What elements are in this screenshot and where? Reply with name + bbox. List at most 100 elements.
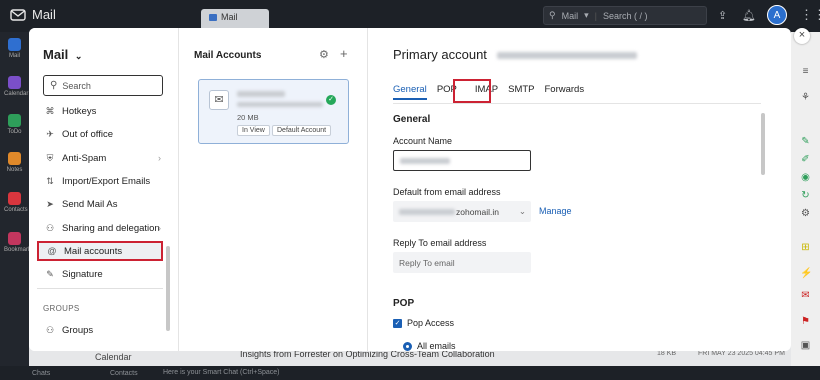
email-date: FRI MAY 23 2025 04:45 PM	[698, 350, 785, 357]
sharing-icon: ⚇	[45, 222, 55, 233]
view-icon[interactable]: ◉	[800, 172, 811, 183]
apps-grid-icon[interactable]: ⋮⋮	[800, 7, 820, 23]
radio-selected-icon[interactable]	[403, 341, 412, 351]
bottom-chats[interactable]: Chats	[32, 370, 50, 377]
tasks-icon[interactable]: ≡	[800, 66, 811, 77]
groups-heading: GROUPS	[43, 304, 80, 313]
edit-icon[interactable]: ✐	[800, 154, 811, 165]
reply-to-placeholder: Reply To email	[399, 257, 455, 268]
add-account-icon[interactable]: +	[340, 46, 348, 61]
rail-item-mail[interactable]: Mail	[4, 38, 25, 59]
rail-label: Contacts	[4, 207, 28, 213]
at-icon: @	[47, 246, 57, 256]
mail-accounts-panel: Mail Accounts ⚙ + ✉ ✓ 20 MB In View Defa…	[180, 28, 368, 351]
account-name-value-redacted	[400, 157, 450, 164]
flash-icon[interactable]: ⚡	[800, 268, 812, 279]
notes-app-icon	[8, 152, 21, 165]
account-name-field[interactable]	[393, 150, 531, 171]
global-search[interactable]: ⚲ Mail ▾ | Search ( / )	[543, 6, 707, 25]
nav-item-groups[interactable]: ⚇ Groups	[37, 320, 163, 340]
tab-forwards[interactable]: Forwards	[545, 84, 585, 100]
avatar[interactable]: A	[767, 5, 787, 25]
pop-heading: POP	[393, 298, 415, 309]
nav-scrollbar[interactable]	[166, 246, 170, 331]
settings-nav: Mail ⌄ ⚲ Search ⌘ Hotkeys ✈ Out of offic…	[29, 28, 179, 351]
all-emails-label: All emails	[417, 341, 456, 351]
mail-logo-icon	[10, 8, 26, 21]
nav-item-signature[interactable]: ✎ Signature	[37, 264, 163, 284]
refresh-icon[interactable]: ↻	[800, 190, 811, 201]
nav-item-sharing[interactable]: ⚇ Sharing and delegation ›	[37, 218, 163, 238]
imap-highlight	[453, 79, 491, 103]
app-name: Mail	[32, 7, 56, 22]
account-card[interactable]: ✉ ✓ 20 MB In View Default Account	[198, 79, 349, 144]
contacts-app-icon	[8, 192, 21, 205]
nav-item-import-export[interactable]: ⇅ Import/Export Emails	[37, 171, 163, 191]
command-icon: ⌘	[45, 105, 55, 116]
primary-email-redacted	[496, 52, 637, 60]
tab-smtp[interactable]: SMTP	[508, 84, 534, 100]
reply-to-input[interactable]: Reply To email	[393, 252, 531, 273]
nav-item-anti-spam[interactable]: ⛨ Anti-Spam ›	[37, 148, 163, 168]
right-tool-rail: ≡ ⚘ ✎ ✐ ◉ ↻ ⚙ ⊞ ⚡ ✉ ⚑ ▣	[791, 32, 820, 380]
nav-item-out-of-office[interactable]: ✈ Out of office	[37, 124, 163, 144]
nav-item-label: Out of office	[62, 128, 114, 140]
nav-divider	[37, 288, 163, 289]
chevron-right-icon: ›	[158, 223, 161, 233]
smart-chat-input[interactable]: Here is your Smart Chat (Ctrl+Space)	[163, 369, 280, 376]
more-icon[interactable]: ▣	[800, 340, 811, 351]
rail-label: Calendar	[4, 91, 29, 97]
settings-search-input[interactable]: ⚲ Search	[43, 75, 163, 96]
nav-item-label: Send Mail As	[62, 198, 118, 210]
settings-nav-title-text: Mail	[43, 47, 69, 62]
plane-icon: ✈	[46, 128, 54, 139]
page-title-text: Primary account	[393, 47, 487, 62]
chevron-down-icon: ⌄	[74, 51, 83, 61]
checkbox-checked-icon[interactable]: ✓	[393, 318, 402, 328]
chevron-down-icon: ⌄	[518, 206, 526, 216]
nav-item-mail-accounts[interactable]: @ Mail accounts	[37, 241, 163, 261]
default-from-select[interactable]: zohomail.in ⌄	[393, 201, 531, 222]
detail-scrollbar[interactable]	[761, 113, 765, 175]
rail-item-bookmarks[interactable]: Bookmarks	[4, 232, 34, 253]
pop-access-label: Pop Access	[407, 318, 455, 328]
nav-item-hotkeys[interactable]: ⌘ Hotkeys	[37, 101, 163, 121]
attach-icon[interactable]: ✎	[800, 136, 811, 147]
rail-item-calendar[interactable]: Calendar	[4, 76, 29, 97]
settings-nav-title[interactable]: Mail ⌄	[43, 47, 82, 62]
streams-icon[interactable]: ⚘	[800, 92, 811, 103]
nav-item-label: Import/Export Emails	[62, 175, 151, 187]
account-name-redacted	[237, 91, 285, 97]
bookmarks-app-icon	[8, 232, 21, 245]
settings-icon[interactable]: ⚙	[800, 208, 811, 219]
bottom-contacts[interactable]: Contacts	[110, 370, 138, 377]
pop-access-row[interactable]: ✓ Pop Access	[393, 318, 454, 328]
detail-tabs: General POP IMAP SMTP Forwards	[393, 84, 594, 100]
bell-icon[interactable]: 🔔︎	[742, 9, 756, 22]
vote-icon[interactable]: ✉	[800, 290, 811, 301]
app-brand[interactable]: Mail	[10, 7, 56, 22]
all-emails-row[interactable]: All emails	[403, 341, 456, 351]
close-icon[interactable]: ×	[794, 28, 810, 44]
rail-item-notes[interactable]: Notes	[4, 152, 25, 173]
default-from-user-redacted	[399, 208, 455, 215]
default-from-label: Default from email address	[393, 187, 501, 197]
search-scope[interactable]: Mail	[562, 11, 579, 21]
nav-item-label: Mail accounts	[64, 245, 123, 257]
rail-item-todo[interactable]: ToDo	[4, 114, 25, 135]
mail-tab-icon	[209, 14, 217, 21]
rail-item-contacts[interactable]: Contacts	[4, 192, 28, 213]
nav-item-send-mail-as[interactable]: ➤ Send Mail As	[37, 194, 163, 214]
add-icon[interactable]: ⊞	[800, 242, 811, 253]
settings-modal: Mail ⌄ ⚲ Search ⌘ Hotkeys ✈ Out of offic…	[29, 28, 791, 351]
tab-general[interactable]: General	[393, 84, 427, 100]
gear-icon[interactable]: ⚙	[319, 48, 329, 61]
flag-icon[interactable]: ⚑	[800, 316, 811, 327]
groups-icon: ⚇	[45, 324, 55, 335]
todo-app-icon	[8, 114, 21, 127]
upload-icon[interactable]: ⇪	[718, 9, 727, 22]
manage-link[interactable]: Manage	[539, 206, 572, 216]
nav-item-label: Anti-Spam	[62, 152, 107, 164]
account-name-label: Account Name	[393, 136, 453, 146]
rail-label: Notes	[6, 167, 23, 173]
